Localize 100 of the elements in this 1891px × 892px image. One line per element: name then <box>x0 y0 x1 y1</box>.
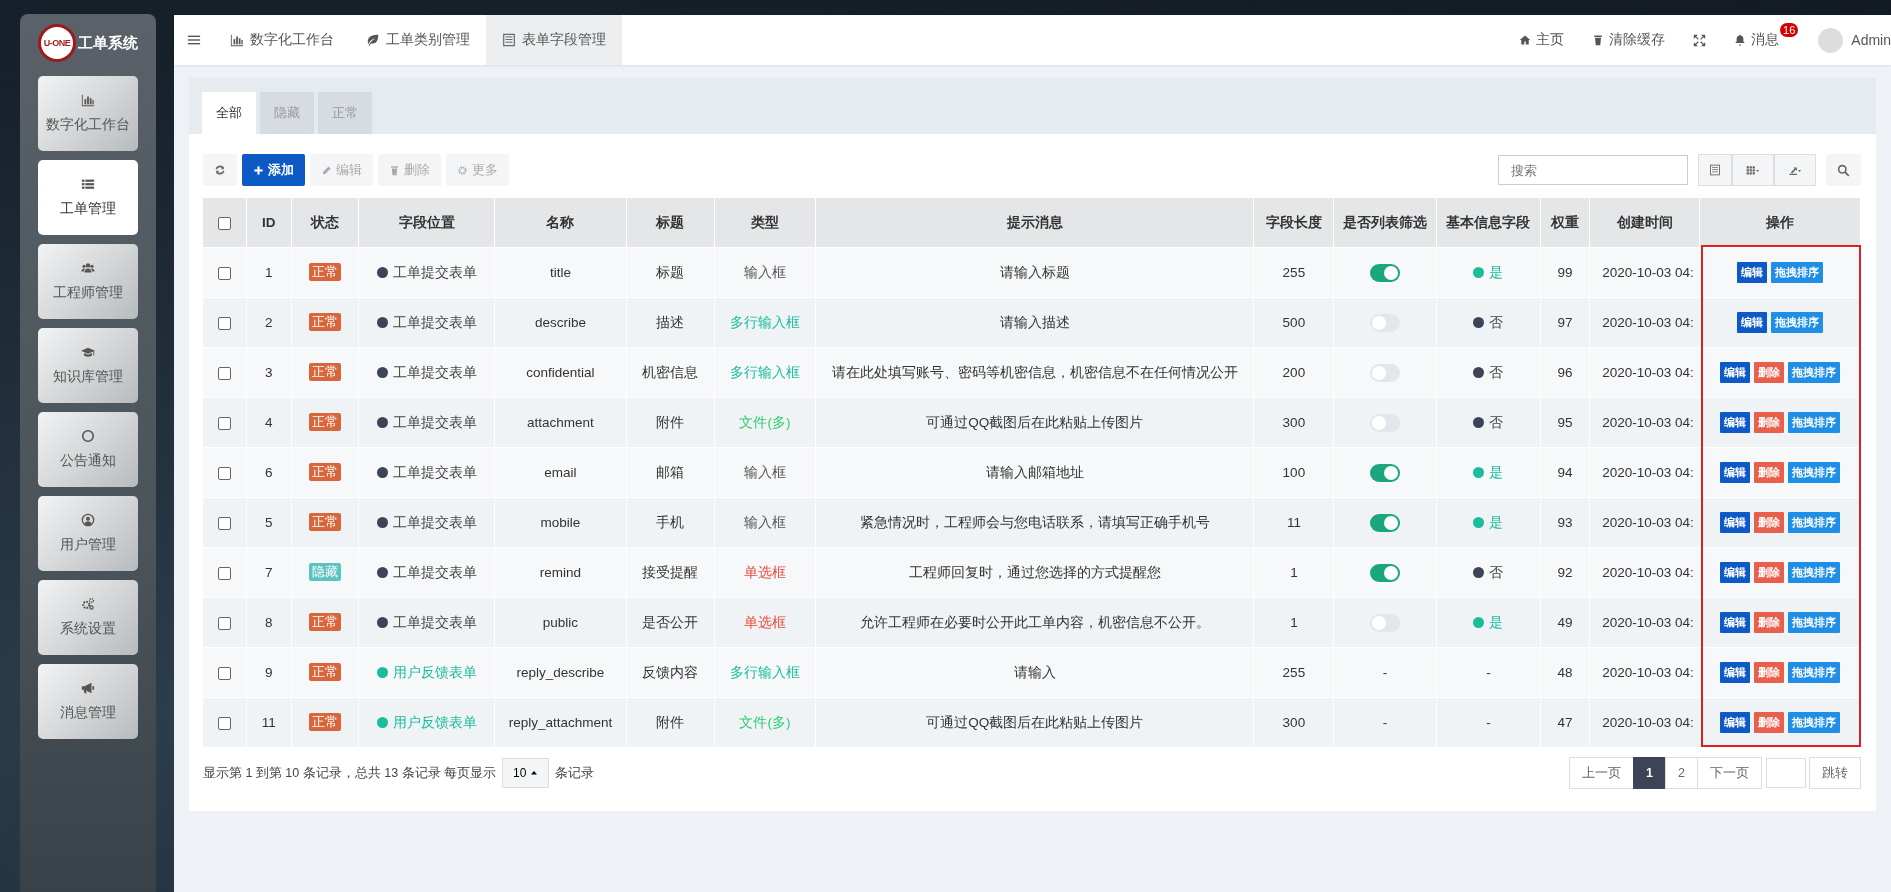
sort-button[interactable]: 拖拽排序 <box>1788 562 1841 583</box>
toggle-switch[interactable] <box>1370 613 1401 632</box>
column-header: 状态 <box>291 198 359 248</box>
edit-button[interactable]: 编辑 <box>1720 362 1751 383</box>
edit-button[interactable]: 编辑 <box>1737 312 1768 333</box>
table-cell: 300 <box>1253 697 1334 747</box>
edit-button[interactable]: 编辑 <box>1737 262 1768 283</box>
page-button[interactable]: 下一页 <box>1697 757 1762 789</box>
edit-button[interactable]: 编辑 <box>1720 662 1751 683</box>
sidebar-item[interactable]: 知识库管理 <box>38 328 138 403</box>
delete-button[interactable]: 删除 <box>1754 662 1785 683</box>
sidebar-item[interactable]: 工程师管理 <box>38 244 138 319</box>
view-toggle-button[interactable] <box>1698 154 1732 186</box>
sort-button[interactable]: 拖拽排序 <box>1788 362 1841 383</box>
select-all-checkbox[interactable] <box>217 216 231 230</box>
nav-tab[interactable]: 数字化工作台 <box>214 15 350 65</box>
toggle-switch[interactable] <box>1370 313 1401 332</box>
table-cell: remind <box>494 547 627 598</box>
row-checkbox[interactable] <box>217 716 231 730</box>
clear-cache-link[interactable]: 清除缓存 <box>1578 15 1680 65</box>
filter-tab[interactable]: 全部 <box>202 92 256 134</box>
refresh-button[interactable] <box>203 154 237 186</box>
toggle-switch[interactable] <box>1370 363 1401 382</box>
table-cell: 可通过QQ截图后在此粘贴上传图片 <box>815 397 1254 448</box>
delete-button[interactable]: 删除 <box>1754 412 1785 433</box>
toggle-switch[interactable] <box>1370 413 1401 432</box>
type-label: 单选框 <box>743 614 786 630</box>
edit-button[interactable]: 编辑 <box>1720 612 1751 633</box>
delete-button[interactable]: 删除 <box>1754 462 1785 483</box>
toggle-switch[interactable] <box>1370 513 1401 532</box>
refresh-icon <box>214 164 226 176</box>
row-checkbox[interactable] <box>217 316 231 330</box>
columns-button[interactable] <box>1732 154 1774 186</box>
row-checkbox[interactable] <box>217 666 231 680</box>
sort-button[interactable]: 拖拽排序 <box>1771 262 1824 283</box>
table-cell: reply_describe <box>494 647 627 698</box>
toggle-switch[interactable] <box>1370 563 1401 582</box>
row-checkbox[interactable] <box>217 616 231 630</box>
edit-button[interactable]: 编辑 <box>1720 462 1751 483</box>
nav-tab[interactable]: 表单字段管理 <box>486 15 622 65</box>
bar-chart-icon <box>230 33 244 47</box>
add-button[interactable]: 添加 <box>242 154 305 186</box>
sidebar-item[interactable]: 公告通知 <box>38 412 138 487</box>
delete-button[interactable]: 删除 <box>1754 362 1785 383</box>
sort-button[interactable]: 拖拽排序 <box>1788 412 1841 433</box>
row-checkbox[interactable] <box>217 266 231 280</box>
delete-button[interactable]: 删除 <box>1754 712 1785 733</box>
page-size-dropdown[interactable]: 10 <box>502 758 550 788</box>
table-cell: mobile <box>494 497 627 548</box>
sidebar-item[interactable]: 消息管理 <box>38 664 138 739</box>
table-cell: 附件 <box>626 397 715 448</box>
table-cell: 300 <box>1253 397 1334 448</box>
row-checkbox[interactable] <box>217 416 231 430</box>
pencil-icon <box>321 164 332 176</box>
page-button[interactable]: 1 <box>1633 757 1667 789</box>
sort-button[interactable]: 拖拽排序 <box>1771 312 1824 333</box>
row-checkbox[interactable] <box>217 566 231 580</box>
table-cell: 1 <box>1253 547 1334 598</box>
table-cell: 94 <box>1540 447 1590 498</box>
sidebar-item[interactable]: 系统设置 <box>38 580 138 655</box>
sort-button[interactable]: 拖拽排序 <box>1788 612 1841 633</box>
jump-button[interactable]: 跳转 <box>1809 757 1861 789</box>
table-cell: 1 <box>246 247 292 298</box>
delete-button[interactable]: 删除 <box>1754 512 1785 533</box>
sort-button[interactable]: 拖拽排序 <box>1788 712 1841 733</box>
sort-button[interactable]: 拖拽排序 <box>1788 462 1841 483</box>
page-button[interactable]: 上一页 <box>1569 757 1635 789</box>
page-number-field[interactable] <box>1766 758 1806 788</box>
home-icon <box>1519 34 1532 46</box>
row-checkbox[interactable] <box>217 366 231 380</box>
type-label: 文件(多) <box>739 714 791 730</box>
edit-button[interactable]: 编辑 <box>1720 562 1751 583</box>
search-field[interactable]: 搜索 <box>1498 155 1688 185</box>
export-button[interactable] <box>1774 154 1816 186</box>
sidebar-item[interactable]: 用户管理 <box>38 496 138 571</box>
nav-tab[interactable]: 工单类别管理 <box>350 15 486 65</box>
column-header: 标题 <box>626 198 715 248</box>
table-cell: 工程师回复时，通过您选择的方式提醒您 <box>815 547 1254 598</box>
delete-button[interactable]: 删除 <box>1754 562 1785 583</box>
messages-link[interactable]: 消息 <box>1720 15 1781 65</box>
sort-button[interactable]: 拖拽排序 <box>1788 662 1841 683</box>
type-label: 输入框 <box>743 264 786 280</box>
column-header: ID <box>246 198 292 248</box>
toggle-switch[interactable] <box>1370 463 1401 482</box>
page-button[interactable]: 2 <box>1665 757 1698 789</box>
sort-button[interactable]: 拖拽排序 <box>1788 512 1841 533</box>
search-button[interactable] <box>1826 154 1861 186</box>
status-tag: 正常 <box>308 513 341 531</box>
delete-button[interactable]: 删除 <box>1754 612 1785 633</box>
edit-button[interactable]: 编辑 <box>1720 412 1751 433</box>
edit-button[interactable]: 编辑 <box>1720 712 1751 733</box>
user-name[interactable]: Admin <box>1851 32 1891 48</box>
sidebar-item[interactable]: 数字化工作台 <box>38 76 138 151</box>
sidebar-item[interactable]: 工单管理 <box>38 160 138 235</box>
edit-button[interactable]: 编辑 <box>1720 512 1751 533</box>
toggle-switch[interactable] <box>1370 263 1401 282</box>
home-link[interactable]: 主页 <box>1505 15 1579 65</box>
row-checkbox[interactable] <box>217 466 231 480</box>
row-checkbox[interactable] <box>217 516 231 530</box>
table-cell: 7 <box>246 547 292 598</box>
